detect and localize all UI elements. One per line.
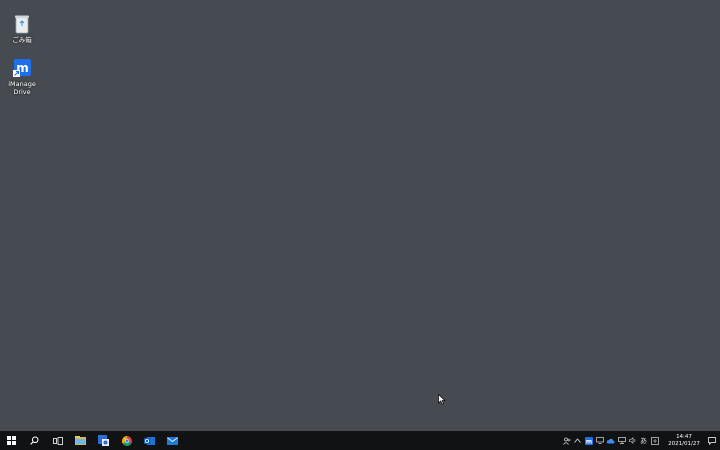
- action-center-button[interactable]: [704, 431, 720, 450]
- people-icon: [562, 437, 570, 445]
- taskbar-file-explorer[interactable]: [69, 431, 92, 450]
- taskbar: m あ 14:47 2021/01/27: [0, 431, 720, 450]
- tray-volume[interactable]: [627, 431, 638, 450]
- clock-date: 2021/01/27: [668, 440, 700, 447]
- recycle-bin-label: ごみ箱: [12, 36, 32, 44]
- tray-imanage[interactable]: m: [583, 431, 594, 450]
- tray-keyboard[interactable]: [649, 431, 660, 450]
- svg-text:m: m: [585, 438, 591, 445]
- chrome-icon: [121, 435, 132, 446]
- tray-ime[interactable]: あ: [638, 431, 649, 450]
- taskbar-outlook[interactable]: [138, 431, 161, 450]
- tray-show-hidden[interactable]: [572, 431, 583, 450]
- system-tray: m あ 14:47 2021/01/27: [561, 431, 720, 450]
- monitor-icon: [595, 437, 604, 444]
- keyboard-ime-icon: [650, 436, 659, 445]
- tray-display[interactable]: [594, 431, 605, 450]
- chevron-up-icon: [574, 438, 581, 443]
- desktop: ごみ箱 m iManage Drive: [0, 0, 720, 431]
- clock-time: 14:47: [676, 433, 692, 440]
- ime-mode-label: あ: [640, 436, 647, 445]
- taskbar-chrome[interactable]: [115, 431, 138, 450]
- cloud-icon: [606, 438, 615, 443]
- notification-icon: [708, 436, 716, 445]
- imanage-tray-icon: m: [584, 436, 593, 445]
- taskbar-clock[interactable]: 14:47 2021/01/27: [664, 434, 704, 448]
- task-view-icon: [52, 436, 63, 445]
- app-icon: [98, 435, 109, 446]
- tray-people[interactable]: [561, 431, 572, 450]
- task-view-button[interactable]: [46, 431, 69, 450]
- recycle-bin-icon: [15, 15, 29, 34]
- tray-network[interactable]: [616, 431, 627, 450]
- start-button[interactable]: [0, 431, 23, 450]
- windows-start-icon: [7, 436, 16, 445]
- outlook-icon: [144, 436, 155, 445]
- imanage-drive-icon: m: [13, 59, 31, 77]
- search-button[interactable]: [23, 431, 46, 450]
- taskbar-app[interactable]: [92, 431, 115, 450]
- mouse-cursor-icon: [438, 394, 446, 405]
- search-icon: [30, 436, 39, 445]
- taskbar-mail[interactable]: [161, 431, 184, 450]
- network-icon: [617, 437, 626, 444]
- speaker-icon: [628, 437, 635, 444]
- mail-icon: [167, 436, 178, 445]
- file-explorer-icon: [75, 436, 86, 445]
- tray-onedrive[interactable]: [605, 431, 616, 450]
- imanage-drive-label: iManage Drive: [8, 80, 36, 96]
- desktop-icon-recycle-bin[interactable]: ごみ箱: [0, 14, 44, 44]
- desktop-icon-imanage-drive[interactable]: m iManage Drive: [0, 58, 44, 96]
